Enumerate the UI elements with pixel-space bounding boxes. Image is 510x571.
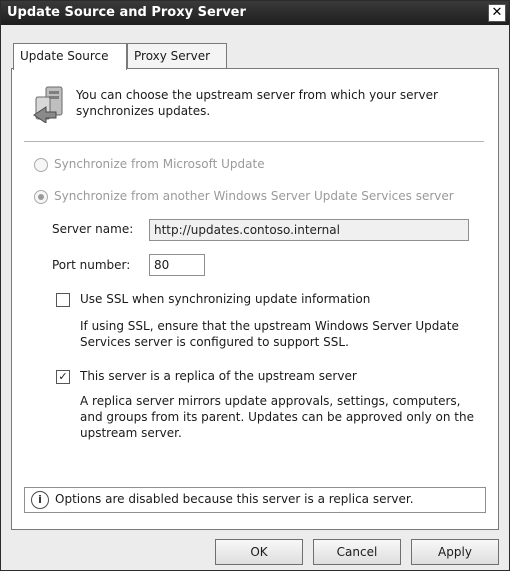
tab-panel-update-source: You can choose the upstream server from … [11, 68, 499, 530]
radio-button[interactable] [34, 157, 48, 172]
status-box: i Options are disabled because this serv… [24, 487, 486, 513]
radio-sync-wsus-server[interactable]: Synchronize from another Windows Server … [34, 189, 454, 204]
radio-label: Synchronize from another Windows Server … [54, 189, 454, 203]
dialog-window: Update Source and Proxy Server ✕ Update … [0, 0, 510, 571]
close-icon: ✕ [491, 5, 503, 20]
info-icon: i [31, 491, 49, 509]
ssl-note: If using SSL, ensure that the upstream W… [80, 319, 459, 349]
apply-button[interactable]: Apply [411, 539, 499, 565]
port-number-field[interactable]: 80 [149, 254, 205, 276]
use-ssl-label: Use SSL when synchronizing update inform… [80, 292, 371, 306]
replica-checkbox[interactable]: ✓ [56, 370, 70, 384]
tab-proxy-server[interactable]: Proxy Server [127, 43, 227, 68]
info-header: You can choose the upstream server from … [32, 83, 472, 133]
cancel-button[interactable]: Cancel [313, 539, 401, 565]
separator [24, 141, 484, 142]
replica-note: A replica server mirrors update approval… [80, 394, 474, 440]
server-name-field[interactable]: http://updates.contoso.internal [149, 219, 469, 241]
server-name-label: Server name: [52, 222, 134, 236]
radio-label: Synchronize from Microsoft Update [54, 157, 265, 171]
status-text: Options are disabled because this server… [55, 492, 414, 506]
radio-button[interactable] [34, 189, 48, 204]
use-ssl-checkbox[interactable] [56, 293, 70, 307]
ok-button[interactable]: OK [215, 539, 303, 565]
header-description: You can choose the upstream server from … [76, 88, 438, 118]
radio-sync-microsoft-update[interactable]: Synchronize from Microsoft Update [34, 157, 265, 172]
title-bar[interactable]: Update Source and Proxy Server ✕ [1, 1, 509, 25]
close-button[interactable]: ✕ [488, 4, 506, 22]
server-sync-icon [33, 86, 63, 123]
window-title: Update Source and Proxy Server [7, 5, 246, 20]
tab-update-source[interactable]: Update Source [13, 43, 127, 70]
replica-label: This server is a replica of the upstream… [80, 369, 357, 383]
port-number-label: Port number: [52, 258, 131, 272]
